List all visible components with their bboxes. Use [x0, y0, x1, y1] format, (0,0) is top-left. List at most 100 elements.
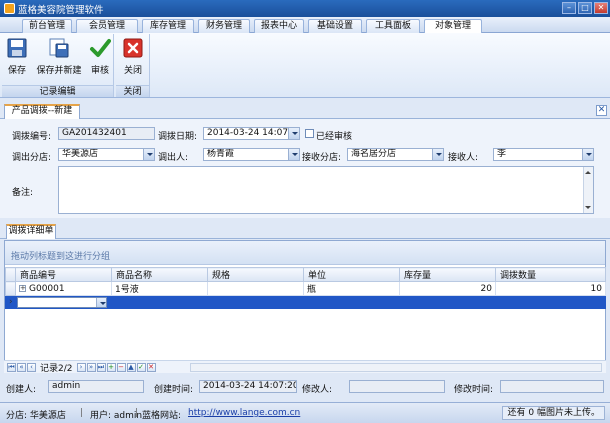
save-new-label: 保存并新建	[36, 66, 82, 76]
add-record-icon[interactable]: +	[106, 362, 116, 372]
delete-record-icon[interactable]: −	[116, 362, 126, 372]
column-header[interactable]: 商品名称	[111, 267, 208, 282]
tab-basic-settings[interactable]: 基础设置	[308, 19, 362, 33]
cancel-record-icon[interactable]: ✕	[146, 362, 156, 372]
expand-icon[interactable]: +	[19, 284, 26, 292]
tab-tools[interactable]: 工具面板	[366, 19, 420, 33]
close-icon	[123, 38, 143, 58]
group-by-hint[interactable]: 拖动列标题到这进行分组	[5, 241, 605, 265]
next-page-icon[interactable]: »	[86, 362, 96, 372]
horizontal-scrollbar[interactable]	[190, 363, 602, 372]
product-code-editor[interactable]	[17, 296, 107, 308]
created-time-field[interactable]: 2014-03-24 14:07:20	[199, 380, 297, 393]
out-store-select[interactable]: 华美源店	[58, 148, 155, 161]
column-header[interactable]: 商品编号	[15, 267, 112, 282]
chevron-down-icon[interactable]	[582, 149, 593, 160]
tab-front-desk[interactable]: 前台管理	[22, 19, 72, 33]
audited-label: 已经审核	[316, 132, 353, 142]
last-record-icon[interactable]: ⏭	[96, 362, 106, 372]
window-title: 蓝格美容院管理软件	[18, 4, 104, 16]
minimize-button[interactable]: –	[562, 2, 576, 14]
remark-scrollbar[interactable]	[583, 167, 593, 213]
column-header[interactable]: 规格	[207, 267, 304, 282]
table-cell[interactable]	[303, 295, 400, 309]
maximize-button[interactable]: □	[578, 2, 592, 14]
scroll-up-icon[interactable]	[585, 169, 592, 176]
prev-page-icon[interactable]: «	[17, 362, 26, 372]
table-cell[interactable]: 20	[399, 281, 496, 296]
transfer-date-label: 调拨日期:	[158, 132, 198, 142]
ribbon-group-record: 保存 保存并新建 审核 记录编辑	[2, 34, 114, 97]
creator-field[interactable]: admin	[48, 380, 144, 393]
post-record-icon[interactable]: ✓	[136, 362, 146, 372]
ribbon: 保存 保存并新建 审核 记录编辑 关闭 关闭	[0, 33, 610, 98]
table-row-new[interactable]: ›	[5, 295, 606, 309]
table-header-row: 商品编号 商品名称 规格 单位 库存量 调拨数量	[5, 267, 606, 282]
receiver-select[interactable]: 李	[493, 148, 594, 161]
tab-finance[interactable]: 财务管理	[198, 19, 250, 33]
column-header[interactable]: 库存量	[399, 267, 496, 282]
row-indicator[interactable]	[5, 281, 16, 296]
transfer-form: 调拨编号: GA201432401 调拨日期: 2014-03-24 14:07…	[0, 119, 610, 218]
out-person-select[interactable]: 杨青霞	[203, 148, 300, 161]
table-cell[interactable]	[15, 295, 112, 309]
scroll-down-icon[interactable]	[585, 204, 592, 211]
transfer-no-field[interactable]: GA201432401	[58, 127, 155, 140]
table-cell[interactable]	[111, 295, 208, 309]
table-cell[interactable]: 1号液	[111, 281, 208, 296]
product-code: G00001	[29, 283, 65, 294]
table-row[interactable]: + G00001 1号液 瓶 20 10	[5, 281, 606, 296]
close-document-icon[interactable]: ✕	[596, 105, 607, 116]
next-record-icon[interactable]: ›	[76, 362, 86, 372]
tab-members[interactable]: 会员管理	[76, 19, 138, 33]
modifier-field[interactable]	[349, 380, 445, 393]
column-header[interactable]: 调拨数量	[495, 267, 606, 282]
first-record-icon[interactable]: ⏮	[7, 362, 16, 372]
ribbon-group-record-label: 记录编辑	[2, 85, 113, 97]
save-icon	[7, 38, 27, 58]
column-header[interactable]: 单位	[303, 267, 400, 282]
record-counter: 记录2/2	[40, 363, 73, 374]
tab-reports[interactable]: 报表中心	[254, 19, 304, 33]
table-cell[interactable]	[207, 295, 304, 309]
table-cell[interactable]: 瓶	[303, 281, 400, 296]
prev-record-icon[interactable]: ‹	[27, 362, 36, 372]
remark-textarea[interactable]	[58, 166, 594, 214]
chevron-down-icon[interactable]	[288, 149, 299, 160]
details-tab[interactable]: 调拨详细单	[6, 224, 56, 239]
table-cell[interactable]	[495, 295, 606, 309]
details-tab-strip: 调拨详细单	[0, 222, 610, 239]
tab-inventory[interactable]: 库存管理	[142, 19, 194, 33]
modifier-label: 修改人:	[302, 385, 333, 395]
chevron-down-icon[interactable]	[143, 149, 154, 160]
save-button[interactable]: 保存	[5, 37, 29, 76]
title-bar: 蓝格美容院管理软件 – □ ✕	[0, 0, 610, 17]
table-cell[interactable]	[207, 281, 304, 296]
audit-button[interactable]: 审核	[88, 37, 112, 76]
row-indicator[interactable]: ›	[5, 295, 16, 309]
transfer-date-field[interactable]: 2014-03-24 14:07	[203, 127, 300, 140]
modified-time-field[interactable]	[500, 380, 604, 393]
out-store-value: 华美源店	[62, 149, 99, 159]
in-store-select[interactable]: 海名居分店	[347, 148, 444, 161]
save-new-icon	[49, 38, 69, 58]
audit-label: 审核	[90, 66, 109, 76]
tab-object-management[interactable]: 对象管理	[424, 19, 482, 34]
audited-checkbox[interactable]	[305, 129, 314, 138]
chevron-down-icon[interactable]	[288, 128, 299, 139]
close-window-button[interactable]: ✕	[594, 2, 608, 14]
close-label: 关闭	[123, 66, 142, 76]
chevron-down-icon[interactable]	[432, 149, 443, 160]
close-button[interactable]: 关闭	[120, 37, 146, 76]
chevron-down-icon[interactable]	[96, 297, 106, 307]
in-store-label: 接收分店:	[302, 153, 342, 163]
table-cell[interactable]	[399, 295, 496, 309]
website-link[interactable]: http://www.lange.com.cn	[188, 408, 300, 418]
table-cell[interactable]: 10	[495, 281, 606, 296]
receiver-label: 接收人:	[448, 153, 479, 163]
table-cell[interactable]: + G00001	[15, 281, 112, 296]
document-tab[interactable]: 产品调拨--新建	[4, 104, 80, 119]
save-and-new-button[interactable]: 保存并新建	[36, 37, 82, 76]
receiver-value: 李	[497, 149, 507, 159]
edit-record-icon[interactable]: ▲	[126, 362, 136, 372]
